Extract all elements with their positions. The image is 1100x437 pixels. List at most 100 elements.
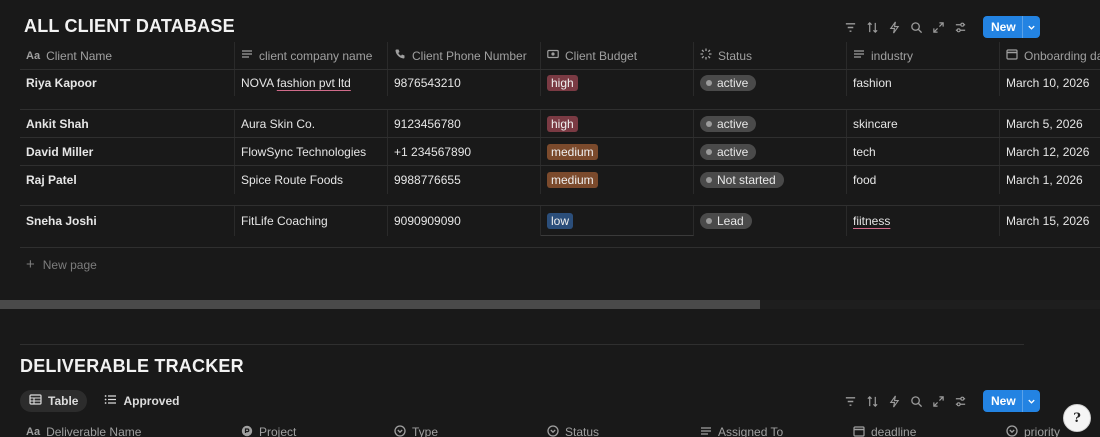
view-tab-approved[interactable]: Approved <box>95 390 188 412</box>
settings-sliders-icon[interactable] <box>949 390 971 412</box>
company-name-link[interactable]: fashion pvt ltd <box>277 76 351 90</box>
deliverable-toolbar: New <box>839 390 1040 412</box>
aa-title-icon: Aa <box>26 426 41 437</box>
column-header-deadline[interactable]: deadline <box>847 418 1000 437</box>
column-header-company[interactable]: client company name <box>235 42 388 69</box>
status-dot-icon <box>706 148 712 155</box>
budget-cell[interactable]: high <box>541 70 694 96</box>
phone-cell[interactable]: 9876543210 <box>388 70 541 96</box>
column-header-onboarding-date[interactable]: Onboarding dat <box>1000 42 1100 69</box>
filter-icon[interactable] <box>839 390 861 412</box>
search-icon[interactable] <box>905 16 927 38</box>
view-tab-label: Table <box>48 394 79 408</box>
table-row[interactable]: Riya Kapoor NOVA fashion pvt ltd 9876543… <box>20 70 1100 110</box>
column-header-phone[interactable]: Client Phone Number <box>388 42 541 69</box>
company-cell[interactable]: FitLife Coaching <box>235 206 388 236</box>
phone-number: 9123456780 <box>394 116 461 131</box>
company-cell[interactable]: NOVA fashion pvt ltd <box>235 70 388 96</box>
new-page-button[interactable]: + New page <box>26 256 97 273</box>
search-icon[interactable] <box>905 390 927 412</box>
column-header-label: deadline <box>871 425 917 437</box>
client-name-cell[interactable]: Ankit Shah <box>20 110 235 137</box>
table-row[interactable]: Raj Patel Spice Route Foods 9988776655 m… <box>20 166 1100 206</box>
phone-cell[interactable]: 9123456780 <box>388 110 541 137</box>
column-header-project[interactable]: Project <box>235 418 388 437</box>
date-cell[interactable]: March 10, 2026 <box>1000 70 1095 96</box>
industry-cell[interactable]: food <box>847 166 1000 194</box>
horizontal-scrollbar-thumb[interactable] <box>0 300 760 309</box>
industry-value: food <box>853 173 877 187</box>
column-header-industry[interactable]: industry <box>847 42 1000 69</box>
phone-cell[interactable]: +1 234567890 <box>388 138 541 165</box>
sort-icon[interactable] <box>861 390 883 412</box>
date-cell[interactable]: March 15, 2026 <box>1000 206 1095 236</box>
client-name-cell[interactable]: Riya Kapoor <box>20 70 235 96</box>
new-button-label[interactable]: New <box>983 16 1022 38</box>
phone-cell[interactable]: 9988776655 <box>388 166 541 194</box>
help-button[interactable]: ? <box>1063 404 1091 432</box>
column-header-deliverable-name[interactable]: Aa Deliverable Name <box>20 418 235 437</box>
status-cell[interactable]: active <box>694 138 847 165</box>
status-cell[interactable]: active <box>694 110 847 137</box>
text-lines-icon <box>241 48 253 63</box>
column-header-budget[interactable]: Client Budget <box>541 42 694 69</box>
status-cell[interactable]: active <box>694 70 847 96</box>
automation-lightning-icon[interactable] <box>883 16 905 38</box>
date-cell[interactable]: March 5, 2026 <box>1000 110 1095 137</box>
column-header-type[interactable]: Type <box>388 418 541 437</box>
column-header-client-name[interactable]: Aa Client Name <box>20 42 235 69</box>
phone-number: 9988776655 <box>394 173 461 187</box>
client-name-cell[interactable]: David Miller <box>20 138 235 165</box>
settings-sliders-icon[interactable] <box>949 16 971 38</box>
industry-cell[interactable]: skincare <box>847 110 1000 137</box>
budget-tag: medium <box>547 172 598 188</box>
phone-cell[interactable]: 9090909090 <box>388 206 541 236</box>
chevron-down-icon[interactable] <box>1021 16 1040 38</box>
status-dot-icon <box>706 80 712 86</box>
new-entry-button[interactable]: New <box>983 16 1040 38</box>
select-icon <box>1006 424 1018 437</box>
column-header-status[interactable]: Status <box>541 418 694 437</box>
company-name: Aura Skin Co. <box>241 116 316 131</box>
status-cell[interactable]: Not started <box>694 166 847 194</box>
industry-cell[interactable]: fiitness <box>847 206 1000 236</box>
status-cell[interactable]: Lead <box>694 206 847 236</box>
table-icon <box>29 393 42 409</box>
column-header-assigned-to[interactable]: Assigned To <box>694 418 847 437</box>
industry-cell[interactable]: fashion <box>847 70 1000 96</box>
table-row[interactable]: Ankit Shah Aura Skin Co. 9123456780 high… <box>20 110 1100 138</box>
budget-cell[interactable]: medium <box>541 138 694 165</box>
industry-cell[interactable]: tech <box>847 138 1000 165</box>
column-header-status[interactable]: Status <box>694 42 847 69</box>
table-row[interactable]: David Miller FlowSync Technologies +1 23… <box>20 138 1100 166</box>
new-page-label: New page <box>42 257 97 272</box>
status-label: Lead <box>717 214 744 228</box>
date-cell[interactable]: March 12, 2026 <box>1000 138 1095 165</box>
status-label: active <box>717 116 749 131</box>
budget-cell[interactable]: medium <box>541 166 694 194</box>
budget-cell[interactable]: high <box>541 110 694 137</box>
deliverable-tracker-title: DELIVERABLE TRACKER <box>20 356 244 376</box>
industry-value: tech <box>853 144 876 159</box>
expand-icon[interactable] <box>927 16 949 38</box>
automation-lightning-icon[interactable] <box>883 390 905 412</box>
phone-number: +1 234567890 <box>394 144 472 159</box>
company-cell[interactable]: FlowSync Technologies <box>235 138 388 165</box>
company-cell[interactable]: Spice Route Foods <box>235 166 388 194</box>
table-row[interactable]: Sneha Joshi FitLife Coaching 9090909090 … <box>20 206 1100 248</box>
company-cell[interactable]: Aura Skin Co. <box>235 110 388 137</box>
client-name-cell[interactable]: Sneha Joshi <box>20 206 235 236</box>
new-entry-button[interactable]: New <box>983 390 1040 412</box>
status-label: active <box>717 144 749 159</box>
sort-icon[interactable] <box>861 16 883 38</box>
status-badge: active <box>700 115 757 132</box>
date-cell[interactable]: March 1, 2026 <box>1000 166 1095 194</box>
company-name-prefix: NOVA <box>241 76 277 90</box>
view-tab-table[interactable]: Table <box>20 390 88 412</box>
chevron-down-icon[interactable] <box>1021 390 1040 412</box>
client-name-cell[interactable]: Raj Patel <box>20 166 235 194</box>
filter-icon[interactable] <box>839 16 861 38</box>
new-button-label[interactable]: New <box>983 390 1022 412</box>
budget-cell[interactable]: low <box>541 206 694 236</box>
expand-icon[interactable] <box>927 390 949 412</box>
